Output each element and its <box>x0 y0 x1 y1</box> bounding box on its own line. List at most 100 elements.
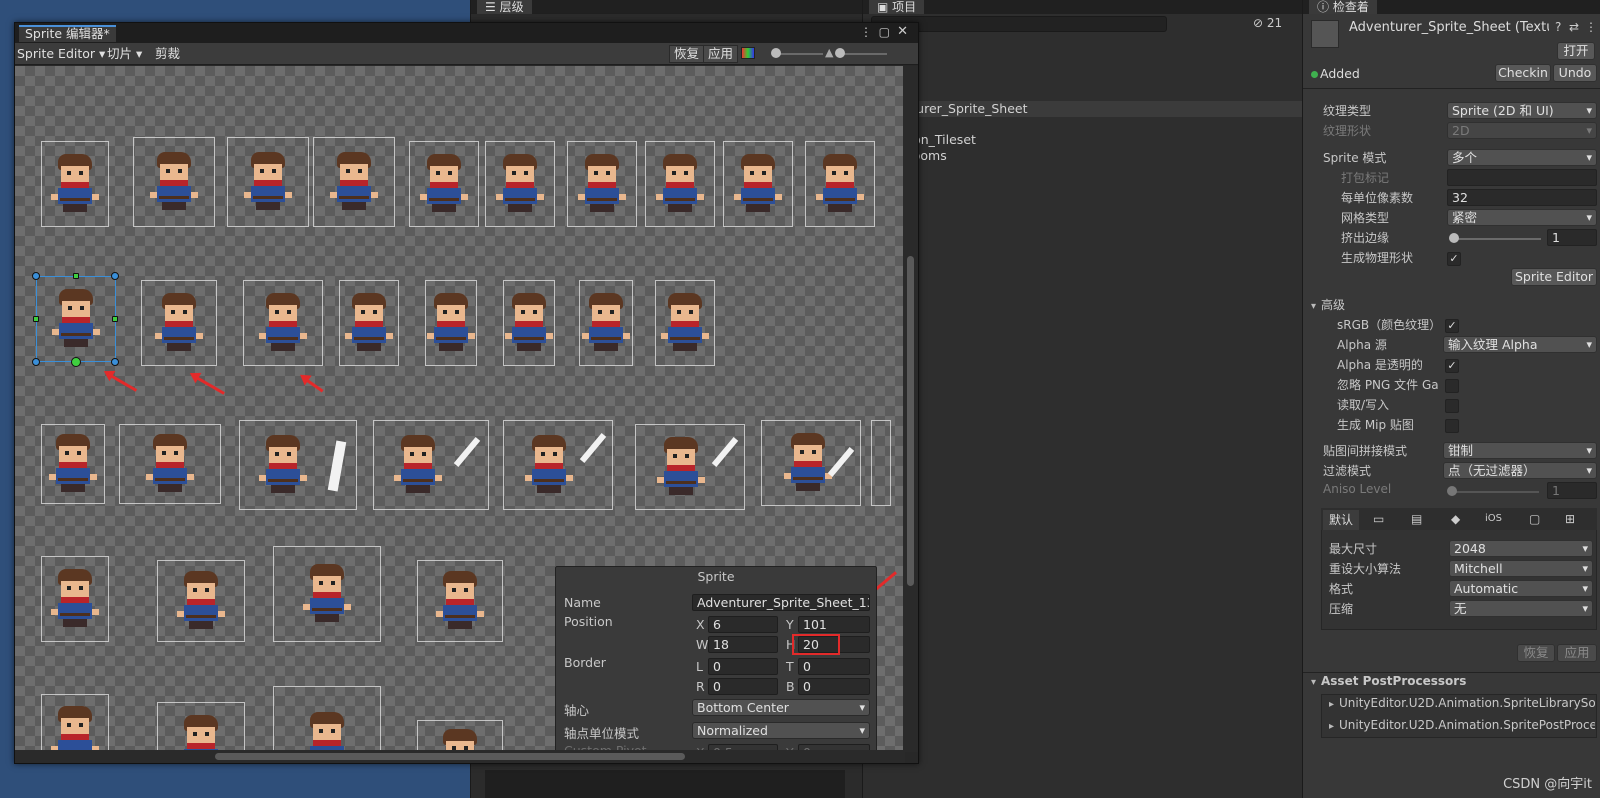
sprite-rect[interactable] <box>273 686 381 752</box>
more-options-icon[interactable]: ⋮ <box>860 25 872 39</box>
filter-mode-dropdown[interactable]: 点（无过滤器） <box>1443 462 1597 479</box>
webgl-platform-icon[interactable]: ▢ <box>1529 512 1540 526</box>
standalone-platform-icon[interactable]: ▭ <box>1373 512 1384 526</box>
sprite-name-field[interactable]: Adventurer_Sprite_Sheet_13 <box>692 594 870 611</box>
inspector-tab[interactable]: ⓘ 检查着 <box>1309 0 1377 14</box>
extrude-slider-track[interactable] <box>1451 238 1541 240</box>
sprite-rect[interactable] <box>635 424 745 510</box>
packing-tag-field[interactable] <box>1447 169 1597 186</box>
sprite-rect[interactable] <box>805 141 875 227</box>
ppu-field[interactable]: 32 <box>1447 189 1597 206</box>
sprite-rect[interactable] <box>485 141 555 227</box>
project-tree-item[interactable]: cenes <box>863 179 1303 195</box>
border-bottom-field[interactable]: 0 <box>798 678 870 695</box>
slice-menu[interactable]: 切片 ▾ <box>107 45 142 63</box>
mipmap-checkbox[interactable] <box>1445 419 1459 433</box>
windows-platform-icon[interactable]: ⊞ <box>1565 512 1575 526</box>
position-x-field[interactable]: 6 <box>708 616 778 633</box>
sprite-rect[interactable] <box>723 141 793 227</box>
project-tree-item[interactable]: ilemap <box>863 211 1303 227</box>
sprite-rect[interactable] <box>567 141 637 227</box>
server-platform-icon[interactable]: ▤ <box>1411 512 1422 526</box>
project-tree-item[interactable]: kages <box>863 226 1303 242</box>
ignore-png-gamma-checkbox[interactable] <box>1445 379 1459 393</box>
border-handle[interactable] <box>33 316 39 322</box>
pivot-handle[interactable] <box>71 357 81 367</box>
project-tab[interactable]: ▣ 项目 <box>869 0 925 14</box>
width-field[interactable]: 18 <box>708 636 778 653</box>
advanced-foldout[interactable]: ▾ 高级 <box>1311 296 1345 313</box>
sprite-rect[interactable] <box>579 280 633 366</box>
more-options-icon[interactable]: ⋮ <box>1585 20 1597 34</box>
open-button[interactable]: 打开 <box>1557 42 1595 60</box>
undo-button[interactable]: Undo <box>1553 64 1597 82</box>
border-top-field[interactable]: 0 <box>798 658 870 675</box>
preset-icon[interactable]: ⇄ <box>1569 20 1579 34</box>
sprite-rect[interactable] <box>417 720 503 752</box>
sprite-rect[interactable] <box>503 280 555 366</box>
project-tree-item[interactable]: cripts <box>863 195 1303 211</box>
sprite-editor-title-tab[interactable]: Sprite 编辑器* <box>19 25 116 42</box>
texture-type-dropdown[interactable]: Sprite (2D 和 UI) <box>1447 102 1597 119</box>
alpha-transparency-checkbox[interactable]: ✓ <box>1445 359 1459 373</box>
resize-handle[interactable] <box>111 358 119 366</box>
ios-platform-tab[interactable]: iOS <box>1485 513 1502 524</box>
sprite-rect[interactable] <box>503 420 613 510</box>
sprite-mode-dropdown[interactable]: 多个 <box>1447 149 1597 166</box>
sprite-rect[interactable] <box>243 280 323 366</box>
project-tree-item[interactable]: ets <box>863 38 1303 54</box>
help-icon[interactable]: ? <box>1555 20 1561 34</box>
extrude-field[interactable]: 1 <box>1547 229 1597 246</box>
postprocessor-item[interactable]: ▸ UnityEditor.U2D.Animation.SpritePostPro… <box>1329 718 1595 732</box>
zoom-slider-knob[interactable] <box>771 48 781 58</box>
checkin-button[interactable]: Checkin <box>1495 64 1551 82</box>
project-tree-item[interactable]: Dungeon_Tileset <box>863 132 1303 148</box>
vertical-scrollbar[interactable] <box>903 66 918 752</box>
sprite-rect[interactable] <box>157 702 245 752</box>
sprite-rect[interactable] <box>133 137 215 227</box>
sprite-rect[interactable] <box>373 420 489 510</box>
postprocessors-foldout[interactable]: ▾ Asset PostProcessors <box>1311 674 1466 688</box>
pivot-dropdown[interactable]: Bottom Center <box>692 699 870 716</box>
max-size-dropdown[interactable]: 2048 <box>1449 540 1593 557</box>
format-dropdown[interactable]: Automatic <box>1449 580 1593 597</box>
mip-slider-knob[interactable] <box>835 48 845 58</box>
editor-mode-dropdown[interactable]: Sprite Editor ▾ <box>17 45 105 63</box>
sprite-rect[interactable] <box>409 141 479 227</box>
sprite-rect[interactable] <box>141 280 217 366</box>
sprite-rect[interactable] <box>339 280 399 366</box>
sprite-rect[interactable] <box>239 420 357 510</box>
sprite-editor-button[interactable]: Sprite Editor <box>1511 268 1597 286</box>
mesh-type-dropdown[interactable]: 紧密 <box>1447 209 1597 226</box>
project-tree-item[interactable]: esources <box>863 85 1303 101</box>
sprite-rect[interactable] <box>157 560 245 642</box>
apply-button[interactable]: 应用 <box>703 45 739 63</box>
project-tree-item[interactable]: refabs <box>863 69 1303 85</box>
resize-handle[interactable] <box>32 272 40 280</box>
sprite-rect[interactable] <box>41 556 109 642</box>
sprite-canvas[interactable]: Sprite Name Adventurer_Sprite_Sheet_13 P… <box>15 66 905 752</box>
resize-handle[interactable] <box>32 358 40 366</box>
sprite-rect[interactable] <box>417 560 503 642</box>
sprite-rect[interactable] <box>645 141 715 227</box>
extrude-slider-knob[interactable] <box>1449 233 1459 243</box>
hierarchy-tab[interactable]: ☰ 层级 <box>477 0 532 14</box>
sprite-rect[interactable] <box>871 420 891 506</box>
horizontal-scroll-thumb[interactable] <box>215 753 685 760</box>
project-tree-item[interactable]: door <box>863 117 1303 133</box>
revert-button[interactable]: 恢复 <box>669 45 705 63</box>
border-handle[interactable] <box>73 273 79 279</box>
selected-sprite-rect[interactable] <box>36 276 116 362</box>
pivot-unit-mode-dropdown[interactable]: Normalized <box>692 722 870 739</box>
border-right-field[interactable]: 0 <box>708 678 778 695</box>
platform-tab-default[interactable]: 默认 <box>1323 510 1359 530</box>
project-tree-item[interactable]: rtAssets <box>863 54 1303 70</box>
wrap-mode-dropdown[interactable]: 钳制 <box>1443 442 1597 459</box>
sprite-rect[interactable] <box>119 424 221 504</box>
sprite-rect[interactable] <box>761 420 861 506</box>
inspector-revert-button[interactable]: 恢复 <box>1517 644 1555 662</box>
physics-shape-checkbox[interactable]: ✓ <box>1447 252 1461 266</box>
project-tree-item[interactable]: Adventurer_Sprite_Sheet <box>863 100 1303 117</box>
sprite-rect[interactable] <box>655 280 715 366</box>
sprite-rect[interactable] <box>273 546 381 642</box>
